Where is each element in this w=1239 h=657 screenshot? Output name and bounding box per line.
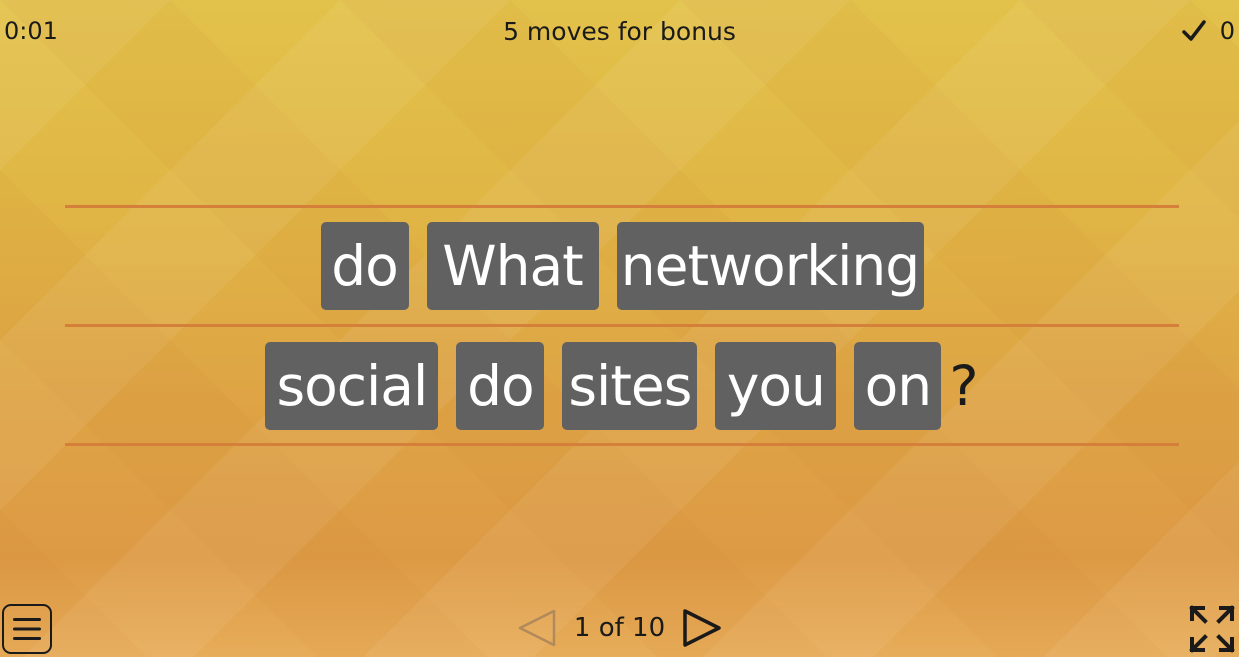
score: 0 <box>1181 17 1235 45</box>
question-mark: ? <box>949 354 979 418</box>
word-row-1: do What networking <box>65 222 1179 310</box>
word-tile[interactable]: do <box>456 342 545 430</box>
rule-line-bottom <box>65 443 1179 446</box>
rule-line-middle <box>65 324 1179 327</box>
word-tile[interactable]: What <box>426 222 599 310</box>
pager: 1 of 10 <box>0 607 1239 649</box>
bonus-text: 5 moves for bonus <box>503 17 736 46</box>
word-tile[interactable]: networking <box>616 222 924 310</box>
rule-line-top <box>65 205 1179 208</box>
check-icon <box>1181 20 1206 41</box>
word-row-2: social do sites you on ? <box>65 342 1179 430</box>
fullscreen-icon[interactable] <box>1189 605 1235 653</box>
word-tile[interactable]: sites <box>562 342 698 430</box>
word-tile[interactable]: on <box>854 342 942 430</box>
word-tile[interactable]: do <box>320 222 409 310</box>
word-tile[interactable]: social <box>265 342 439 430</box>
score-value: 0 <box>1219 17 1235 45</box>
triangle-left-icon[interactable] <box>516 607 558 649</box>
word-tile[interactable]: you <box>715 342 837 430</box>
triangle-right-icon[interactable] <box>681 607 723 649</box>
page-indicator: 1 of 10 <box>573 613 666 643</box>
top-bar: 0:01 5 moves for bonus 0 <box>0 0 1239 66</box>
